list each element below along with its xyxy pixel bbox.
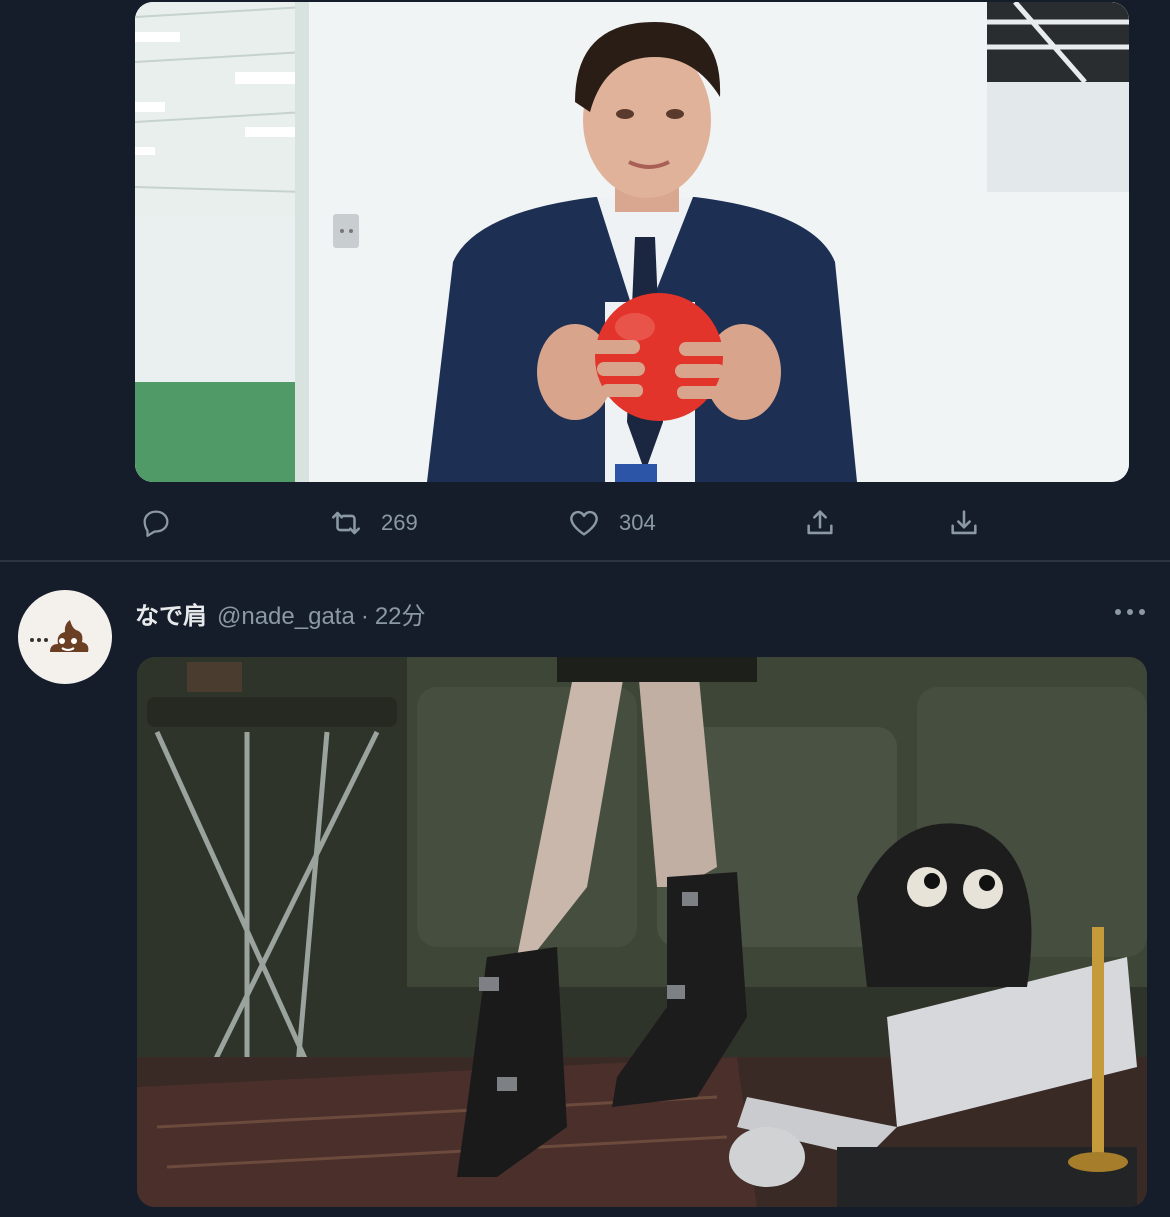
poop-emoji-avatar-icon <box>30 620 89 652</box>
download-button[interactable] <box>947 506 981 540</box>
tweet-media-photo[interactable] <box>135 2 1129 482</box>
retweet-button[interactable]: 269 <box>329 506 418 540</box>
more-dots-icon <box>1115 609 1145 615</box>
download-icon <box>951 510 977 535</box>
tweet-timestamp[interactable]: 22分 <box>375 596 426 631</box>
like-button[interactable]: 304 <box>567 506 656 540</box>
legs-boots-scene-illustration <box>137 657 1147 1207</box>
header-separator: · <box>360 603 369 630</box>
heart-icon <box>570 510 598 536</box>
reply-button[interactable] <box>139 506 191 540</box>
tweet-top: 269 304 <box>0 0 1170 560</box>
tweet-header: なで肩 @nade_gata · 22分 <box>135 596 426 630</box>
reply-icon <box>143 510 169 537</box>
avatar[interactable] <box>18 590 112 684</box>
more-options-button[interactable] <box>1112 602 1148 622</box>
user-handle[interactable]: @nade_gata <box>217 603 355 631</box>
tweet-bottom: なで肩 @nade_gata · 22分 <box>0 562 1170 1217</box>
retweet-count: 269 <box>381 510 418 535</box>
share-button[interactable] <box>803 506 837 540</box>
display-name[interactable]: なで肩 <box>135 596 207 631</box>
tweet-media-photo-2[interactable] <box>137 657 1147 1207</box>
retweet-icon <box>331 511 361 535</box>
share-icon <box>807 510 833 535</box>
tweet-action-bar: 269 304 <box>135 500 1015 544</box>
office-scene-illustration <box>135 2 1129 482</box>
like-count: 304 <box>619 510 656 535</box>
